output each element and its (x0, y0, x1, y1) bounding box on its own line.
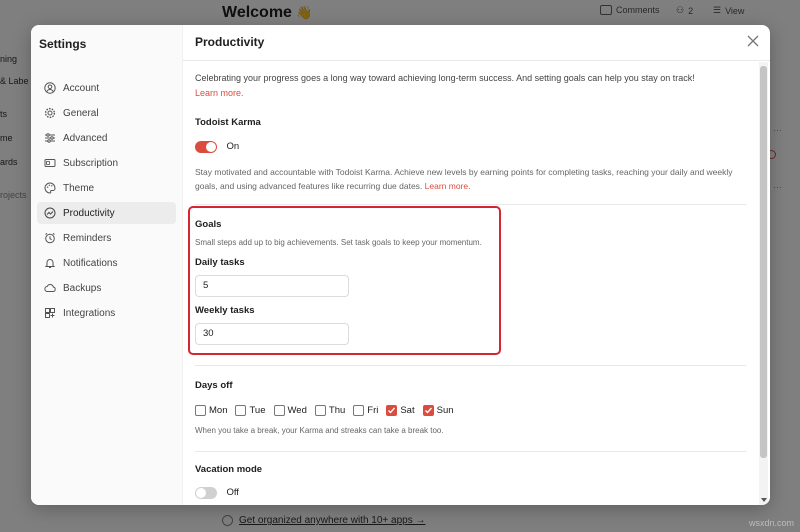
days-off-title: Days off (195, 380, 233, 391)
karma-toggle-row: On (195, 138, 746, 156)
day-checkbox-mon[interactable]: Mon (195, 405, 227, 416)
sidebar-item-label: Backups (63, 282, 102, 294)
karma-section: Todoist Karma On Stay motivated and acco… (195, 112, 746, 205)
vacation-toggle[interactable] (195, 486, 217, 499)
vacation-section: Vacation mode Off (195, 452, 746, 502)
daily-tasks-input[interactable]: 5 (195, 275, 349, 297)
day-checkbox-sun[interactable]: Sun (422, 405, 454, 416)
reminder-icon (44, 232, 56, 244)
settings-content: Productivity Celebrating your progress g… (183, 25, 770, 505)
karma-toggle[interactable] (195, 140, 217, 153)
vacation-title: Vacation mode (195, 464, 263, 475)
sidebar-item-label: Advanced (63, 132, 108, 144)
daily-tasks-label: Daily tasks (195, 257, 245, 268)
account-icon (44, 82, 56, 94)
sidebar-item-reminders[interactable]: Reminders (37, 227, 176, 249)
page-title: Productivity (195, 35, 265, 49)
intro-section: Celebrating your progress goes a long wa… (195, 62, 746, 112)
sidebar-item-label: Integrations (63, 307, 116, 319)
close-button[interactable] (746, 34, 760, 48)
goals-description: Small steps add up to big achievements. … (195, 238, 482, 247)
settings-scroll-area[interactable]: Celebrating your progress goes a long wa… (183, 62, 758, 505)
content-header: Productivity (183, 25, 770, 61)
subscription-icon (44, 157, 56, 169)
day-checkbox-fri[interactable]: Fri (353, 405, 378, 416)
karma-toggle-label: On (226, 141, 240, 153)
settings-nav: Account General Advanced Subscription Th… (31, 77, 182, 324)
sidebar-item-label: Account (63, 82, 100, 94)
days-off-list: Mon Tue Wed Thu Fri Sat Sun (195, 405, 746, 416)
checkmark-icon (424, 407, 432, 414)
sidebar-item-integrations[interactable]: Integrations (37, 302, 176, 324)
sidebar-item-label: Productivity (63, 207, 115, 219)
intro-text: Celebrating your progress goes a long wa… (195, 73, 695, 98)
puzzle-icon (44, 307, 56, 319)
gear-icon (44, 107, 56, 119)
day-checkbox-thu[interactable]: Thu (314, 405, 345, 416)
weekly-tasks-label: Weekly tasks (195, 305, 255, 316)
checkbox[interactable] (195, 405, 206, 416)
day-checkbox-wed[interactable]: Wed (273, 405, 307, 416)
scrollbar[interactable] (759, 62, 768, 505)
scrollbar-thumb[interactable] (760, 66, 767, 458)
day-checkbox-tue[interactable]: Tue (235, 405, 266, 416)
checkmark-icon (388, 407, 396, 414)
vacation-toggle-row: Off (195, 484, 746, 502)
scroll-down-arrow-icon[interactable] (761, 498, 767, 502)
sidebar-item-notifications[interactable]: Notifications (37, 252, 176, 274)
sidebar-item-label: General (63, 107, 99, 119)
settings-modal: Settings Account General Advanced Subscr… (31, 25, 770, 505)
goals-section: Goals Small steps add up to big achievem… (195, 205, 746, 366)
sidebar-item-label: Theme (63, 182, 95, 194)
vacation-toggle-label: Off (226, 487, 239, 499)
sidebar-item-label: Reminders (63, 232, 112, 244)
close-icon (747, 35, 759, 47)
sidebar-item-account[interactable]: Account (37, 77, 176, 99)
days-off-section: Days off Mon Tue Wed Thu Fri Sat Sun Whe… (195, 366, 746, 452)
sidebar-item-label: Notifications (63, 257, 118, 269)
sidebar-item-advanced[interactable]: Advanced (37, 127, 176, 149)
sidebar-item-backups[interactable]: Backups (37, 277, 176, 299)
palette-icon (44, 182, 56, 194)
intro-learn-more-link[interactable]: Learn more. (195, 88, 244, 98)
karma-description: Stay motivated and accountable with Todo… (195, 167, 733, 191)
productivity-icon (44, 207, 56, 219)
checkbox-checked[interactable] (422, 405, 434, 416)
weekly-tasks-input[interactable]: 30 (195, 323, 349, 345)
sidebar-item-general[interactable]: General (37, 102, 176, 124)
goals-title: Goals (195, 219, 222, 230)
settings-title: Settings (39, 37, 87, 51)
days-off-description: When you take a break, your Karma and st… (195, 426, 444, 435)
sidebar-item-label: Subscription (63, 157, 119, 169)
karma-title: Todoist Karma (195, 117, 261, 128)
sidebar-item-subscription[interactable]: Subscription (37, 152, 176, 174)
checkbox[interactable] (353, 405, 365, 416)
sidebar-item-theme[interactable]: Theme (37, 177, 176, 199)
karma-learn-more-link[interactable]: Learn more. (425, 181, 471, 191)
cloud-icon (44, 282, 56, 294)
bell-icon (44, 257, 56, 269)
sliders-icon (44, 132, 56, 144)
sidebar-item-productivity[interactable]: Productivity (37, 202, 176, 224)
settings-sidebar: Settings Account General Advanced Subscr… (31, 25, 183, 505)
checkbox[interactable] (273, 405, 285, 416)
checkbox[interactable] (235, 405, 247, 416)
checkbox[interactable] (314, 405, 326, 416)
day-checkbox-sat[interactable]: Sat (386, 405, 415, 416)
watermark: wsxdn.com (748, 518, 794, 528)
checkbox-checked[interactable] (386, 405, 398, 416)
